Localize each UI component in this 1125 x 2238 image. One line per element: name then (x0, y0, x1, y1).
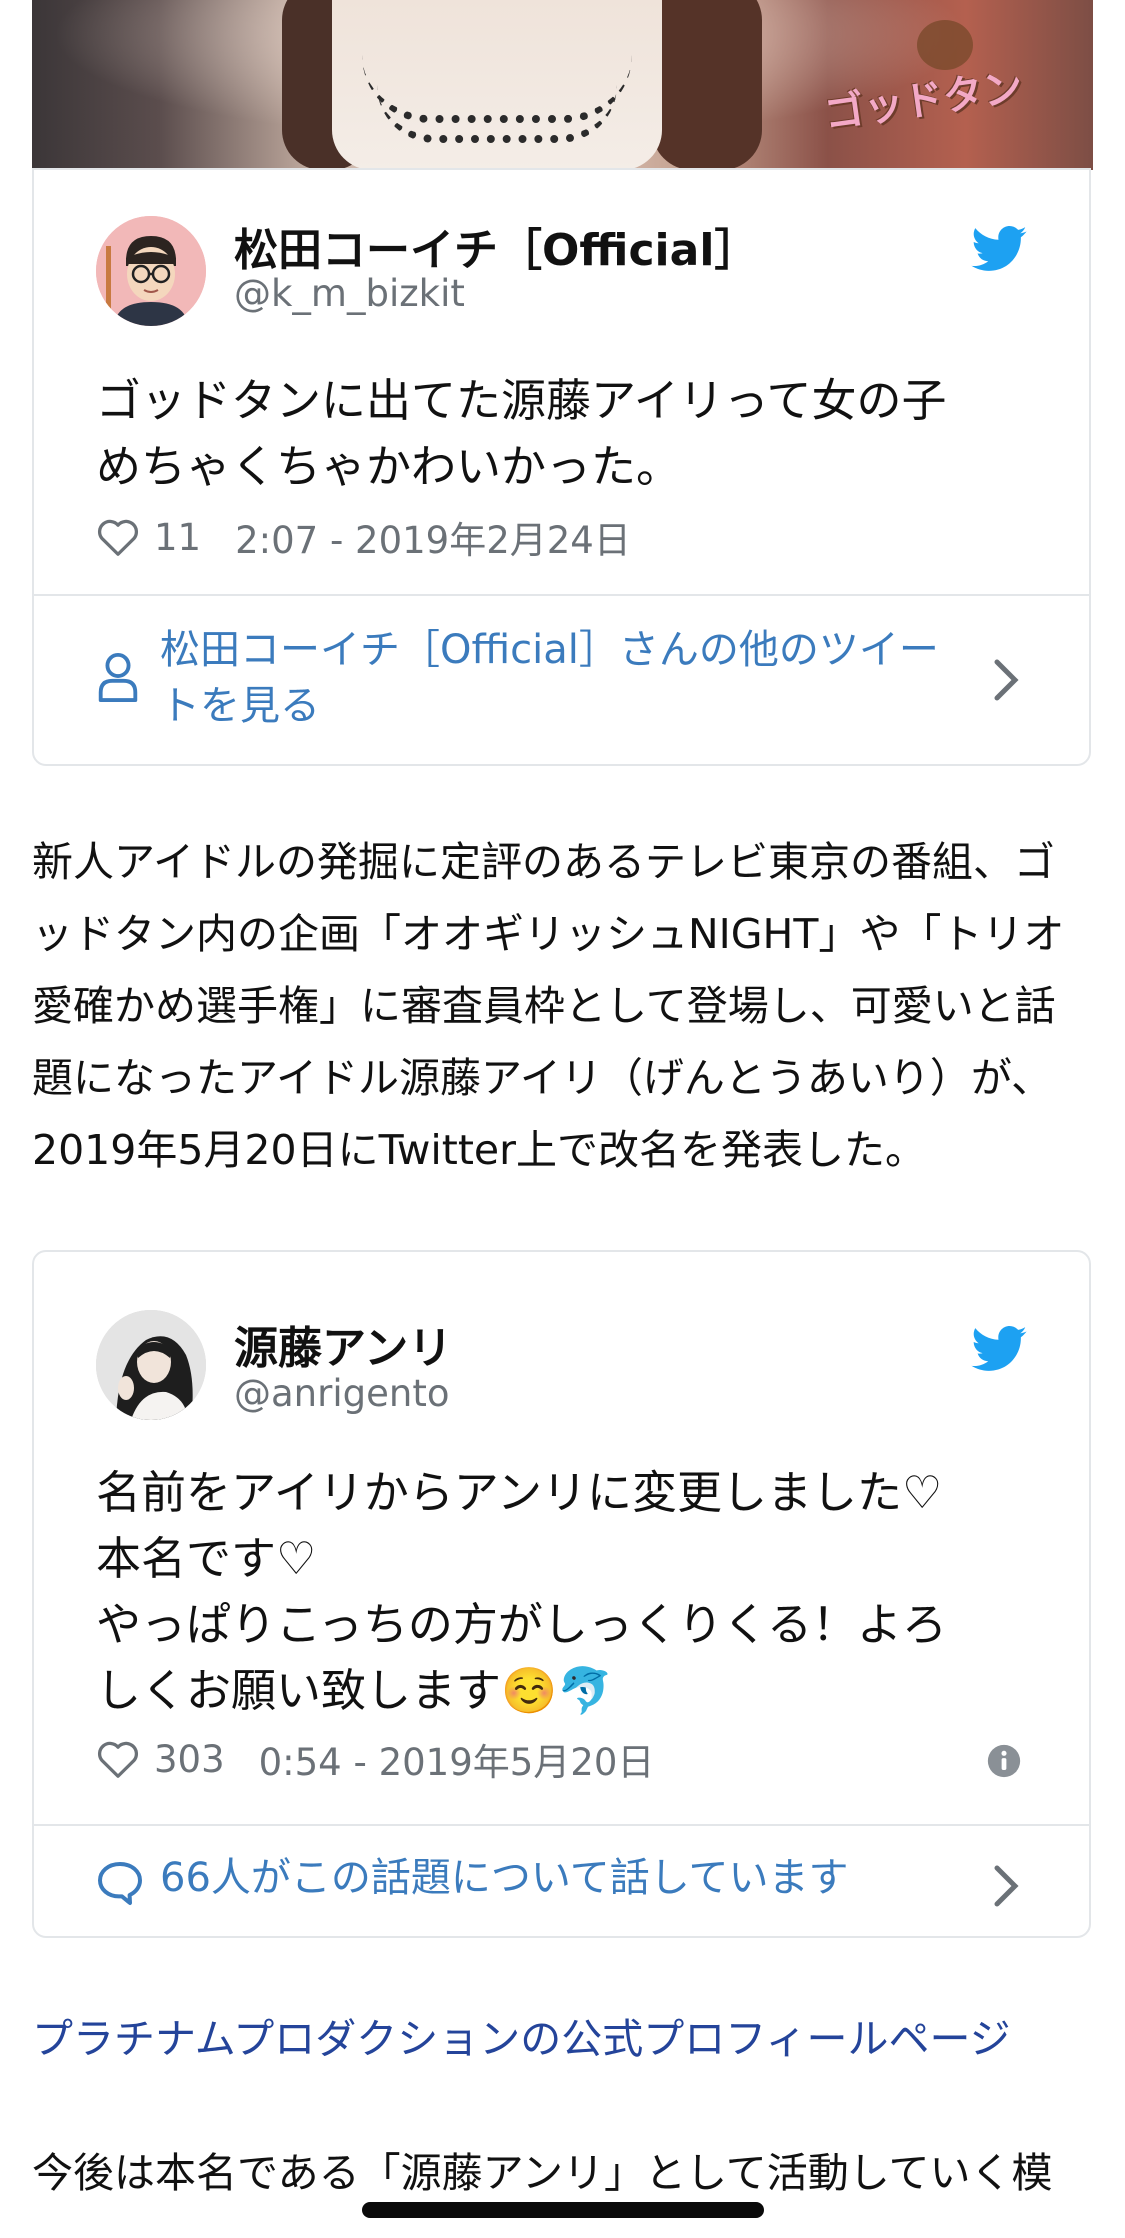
twitter-bird-icon[interactable] (971, 1326, 1027, 1372)
tweet-text: 名前をアイリからアンリに変更しました♡ 本名です♡ やっぱりこっちの方がしっくり… (96, 1460, 1009, 1724)
tweet-meta: 11 2:07 - 2019年2月24日 (96, 510, 631, 564)
tweet-line: 本名です♡ (96, 1532, 317, 1585)
article-paragraph: 新人アイドルの発掘に定評のあるテレビ東京の番組、ゴッドタン内の企画「オオギリッシ… (32, 838, 1065, 1174)
avatar[interactable] (96, 216, 206, 326)
image-hair-right (652, 0, 762, 170)
info-icon[interactable] (987, 1744, 1021, 1778)
embedded-tweet-1[interactable]: 松田コーイチ［Official］ @k_m_bizkit ゴッドタンに出てた源藤… (32, 168, 1091, 766)
divider (34, 594, 1089, 596)
tweet-line: しくお願い致します☺️🐬 (96, 1664, 614, 1717)
speech-bubble-icon (98, 1862, 142, 1905)
home-indicator[interactable] (362, 2202, 764, 2218)
tweet-timestamp[interactable]: 2:07 - 2019年2月24日 (235, 510, 631, 564)
embedded-tweet-2[interactable]: 源藤アンリ @anrigento 名前をアイリからアンリに変更しました♡ 本名で… (32, 1250, 1091, 1938)
conversation-link[interactable]: 66人がこの話題について話しています (160, 1850, 969, 1906)
article-paragraph: 今後は本名である「源藤アンリ」として活動していく模 (32, 2149, 1053, 2197)
tweet-line: 名前をアイリからアンリに変更しました♡ (96, 1466, 943, 1519)
heart-icon[interactable] (96, 1739, 140, 1779)
like-count[interactable]: 11 (154, 516, 201, 559)
avatar[interactable] (96, 1310, 206, 1420)
tweet-line: ゴッドタンに出てた源藤アイリって女の子 (96, 374, 947, 427)
chevron-right-icon[interactable] (993, 1864, 1019, 1908)
image-choker-lower (377, 85, 617, 143)
twitter-bird-icon[interactable] (971, 226, 1027, 272)
heart-icon[interactable] (96, 517, 140, 557)
avatar-illustration (96, 216, 206, 326)
divider (34, 1824, 1089, 1826)
more-tweets-link[interactable]: 松田コーイチ［Official］さんの他のツイートを見る (160, 622, 969, 734)
author-name[interactable]: 源藤アンリ (234, 1312, 452, 1376)
profile-page-link[interactable]: プラチナムプロダクションの公式プロフィールページ (32, 2005, 1011, 2065)
author-handle[interactable]: @k_m_bizkit (234, 272, 465, 315)
tweet-line: めちゃくちゃかわいかった。 (96, 440, 682, 493)
tweet-line: やっぱりこっちの方がしっくりくる！よろ (96, 1598, 947, 1651)
tweet-meta: 303 0:54 - 2019年5月20日 (96, 1732, 654, 1786)
author-name[interactable]: 松田コーイチ［Official］ (234, 214, 758, 278)
chevron-right-icon[interactable] (993, 658, 1019, 702)
avatar-photo (96, 1310, 206, 1420)
author-handle[interactable]: @anrigento (234, 1372, 449, 1415)
article-header-image: ゴッドタン (32, 0, 1093, 170)
tweet-timestamp[interactable]: 0:54 - 2019年5月20日 (259, 1732, 655, 1786)
tweet-text: ゴッドタンに出てた源藤アイリって女の子 めちゃくちゃかわいかった。 (96, 368, 1009, 500)
person-icon (98, 652, 138, 702)
like-count[interactable]: 303 (154, 1738, 225, 1781)
